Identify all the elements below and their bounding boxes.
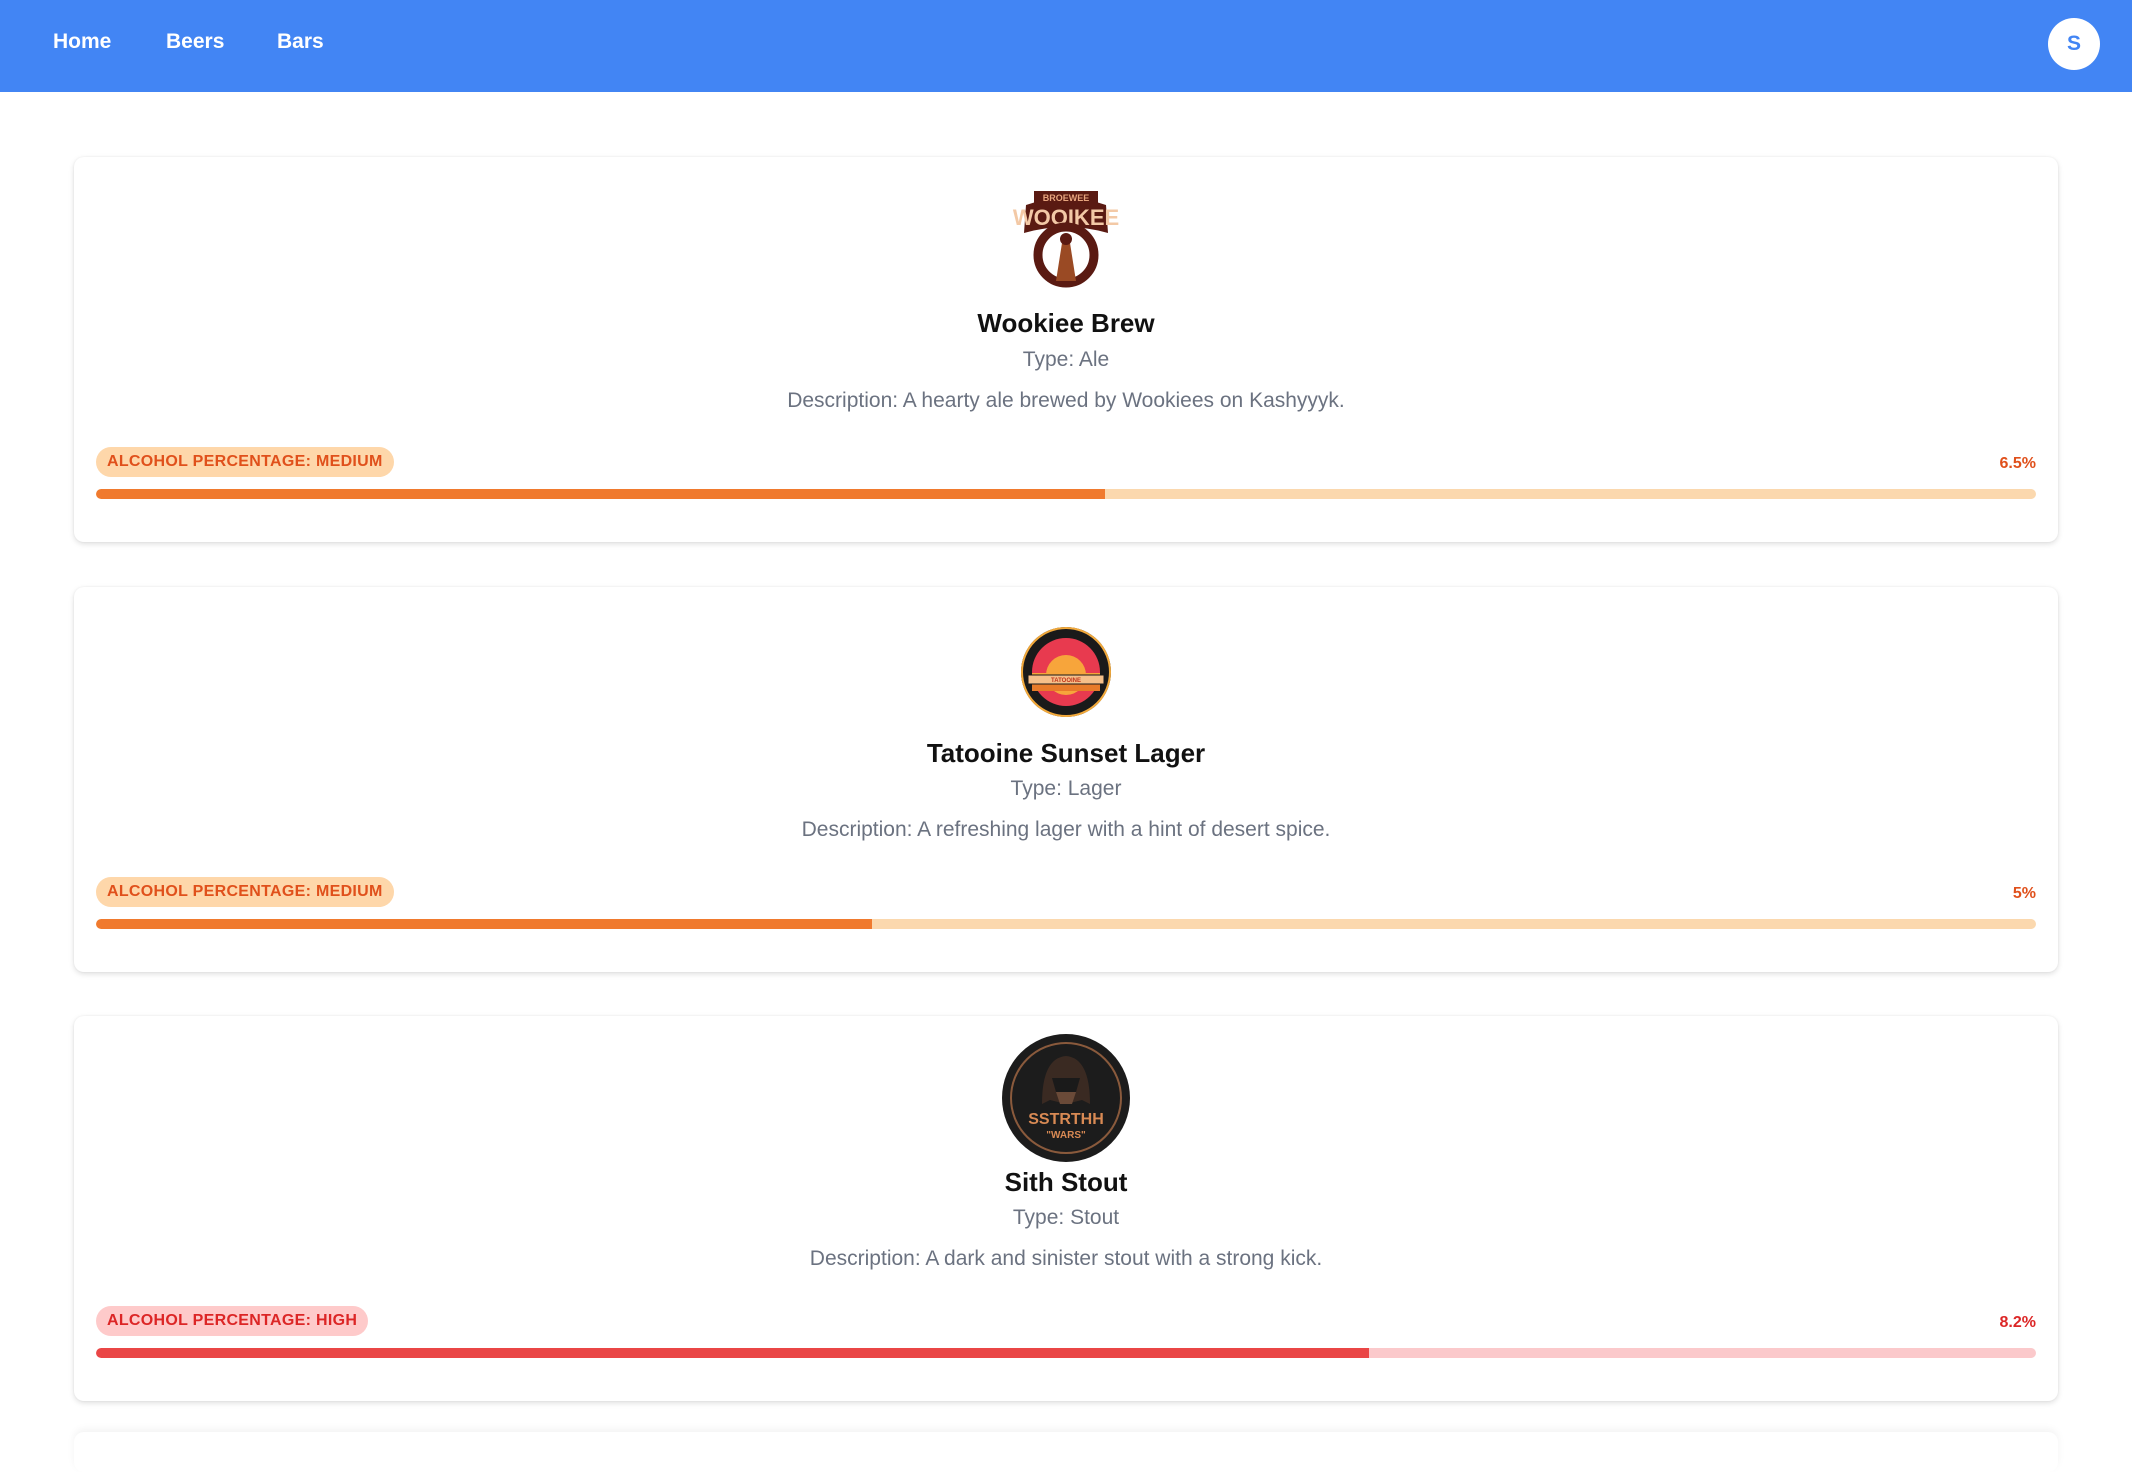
user-avatar[interactable]: S [2048,18,2100,70]
beer-description: Description: A dark and sinister stout w… [809,1247,1323,1270]
svg-text:"WARS": "WARS" [1046,1130,1086,1141]
svg-text:SSTRTHH: SSTRTHH [1028,1111,1104,1128]
beer-card[interactable]: BROEWEE WOOIKEE Wookiee Brew Type: Ale D… [74,157,2058,542]
sith-stout-logo: SSTRTHH "WARS" [1002,1034,1130,1162]
alcohol-level-badge: ALCOHOL PERCENTAGE: MEDIUM [96,877,394,907]
beer-card[interactable]: TATOOINE Tatooine Sunset Lager Type: Lag… [74,587,2058,972]
beer-card[interactable] [74,1432,2058,1472]
nav-link-beers[interactable]: Beers [166,30,224,54]
beer-description: Description: A refreshing lager with a h… [801,818,1331,841]
beer-card[interactable]: SSTRTHH "WARS" Sith Stout Type: Stout De… [74,1016,2058,1401]
alcohol-progress-fill [96,489,1105,499]
alcohol-percentage-value: 6.5% [1999,455,2036,472]
svg-text:TATOOINE: TATOOINE [1051,678,1081,684]
alcohol-progress-bar [96,919,2036,929]
tatooine-sunset-logo: TATOOINE [1017,623,1115,721]
beer-name: Sith Stout [1004,1167,1128,1197]
beer-type: Type: Lager [1010,777,1122,800]
beer-description: Description: A hearty ale brewed by Wook… [787,389,1345,412]
alcohol-progress-fill [96,1348,1369,1358]
alcohol-level-badge: ALCOHOL PERCENTAGE: MEDIUM [96,447,394,477]
alcohol-progress-bar [96,1348,2036,1358]
alcohol-percentage-value: 8.2% [1999,1314,2036,1331]
nav-link-bars[interactable]: Bars [277,30,324,54]
alcohol-progress-fill [96,919,872,929]
alcohol-percentage-value: 5% [2012,885,2036,902]
nav-link-home[interactable]: Home [53,30,111,54]
wookiee-brew-logo: BROEWEE WOOIKEE [1012,183,1120,291]
beer-name: Wookiee Brew [977,308,1155,338]
alcohol-level-badge: ALCOHOL PERCENTAGE: HIGH [96,1306,369,1336]
top-navbar: Home Beers Bars S [0,0,2132,92]
beer-type: Type: Ale [1022,348,1110,371]
svg-text:BROEWEE: BROEWEE [1043,193,1090,203]
beer-name: Tatooine Sunset Lager [926,738,1206,768]
alcohol-progress-bar [96,489,2036,499]
beer-type: Type: Stout [1012,1206,1120,1229]
